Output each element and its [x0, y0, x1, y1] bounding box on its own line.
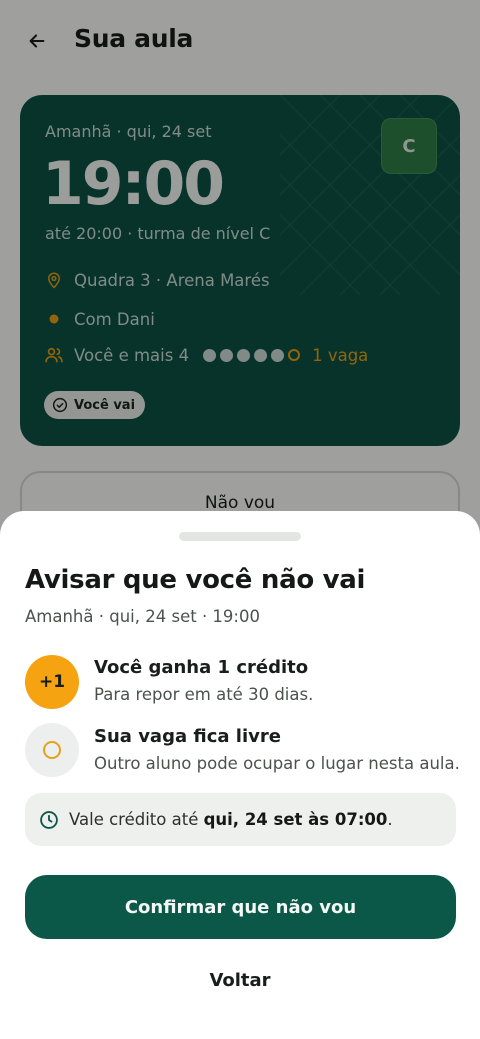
credit-benefit-description: Para repor em até 30 dias. [94, 685, 314, 704]
sheet-drag-handle[interactable] [179, 532, 301, 541]
free-seat-icon [25, 723, 79, 777]
seat-benefit-description: Outro aluno pode ocupar o lugar nesta au… [94, 754, 460, 773]
credit-validity-notice: Vale crédito até qui, 24 set às 07:00. [25, 793, 456, 846]
seat-ring-icon [43, 741, 61, 759]
sheet-title: Avisar que você não vai [25, 565, 366, 595]
credit-benefit-title: Você ganha 1 crédito [94, 657, 309, 678]
seat-benefit-title: Sua vaga fica livre [94, 726, 281, 747]
validity-suffix: . [387, 810, 393, 829]
clock-icon [39, 810, 59, 830]
sheet-subtitle: Amanhã · qui, 24 set · 19:00 [25, 607, 260, 626]
credit-badge-icon: +1 [25, 655, 79, 709]
confirm-not-going-button[interactable]: Confirmar que não vou [25, 875, 456, 939]
cancel-attendance-sheet: Avisar que você não vai Amanhã · qui, 24… [0, 511, 480, 1039]
validity-prefix: Vale crédito até [69, 810, 204, 829]
back-link-button[interactable]: Voltar [0, 970, 480, 991]
validity-deadline: qui, 24 set às 07:00 [203, 810, 388, 829]
